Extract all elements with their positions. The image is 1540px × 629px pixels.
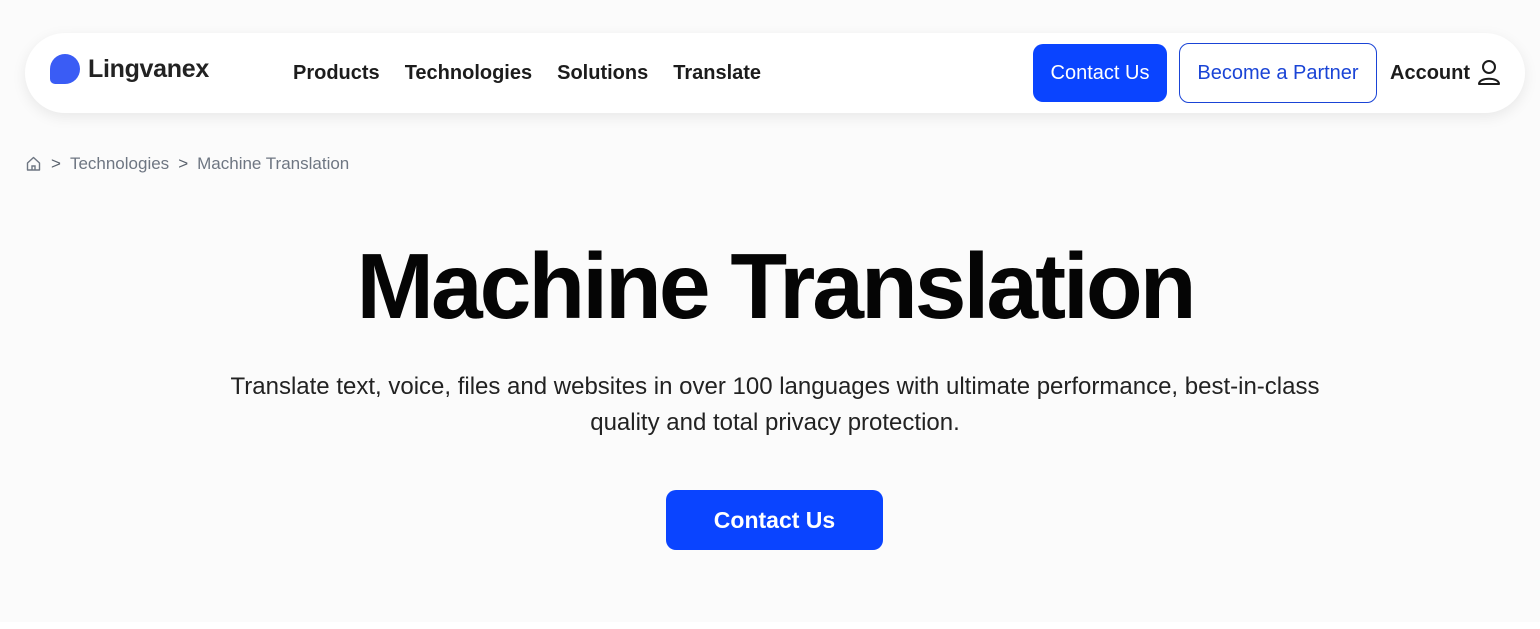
breadcrumb-separator: > [51, 154, 61, 173]
nav-item-products[interactable]: Products [293, 62, 380, 85]
main-nav: Products Technologies Solutions Translat… [293, 33, 761, 113]
nav-item-solutions[interactable]: Solutions [557, 62, 648, 85]
top-navbar: Lingvanex Products Technologies Solution… [25, 33, 1525, 113]
nav-item-technologies[interactable]: Technologies [405, 62, 532, 85]
contact-us-nav-button[interactable]: Contact Us [1033, 44, 1167, 102]
speech-bubble-logo-icon [50, 54, 80, 84]
brand-name: Lingvanex [88, 54, 209, 83]
contact-us-hero-button[interactable]: Contact Us [666, 490, 883, 550]
account-menu[interactable]: Account [1390, 33, 1502, 113]
page-title: Machine Translation [356, 234, 1196, 338]
user-icon [1478, 60, 1500, 85]
become-partner-button[interactable]: Become a Partner [1179, 43, 1377, 103]
breadcrumb: > Technologies > Machine Translation [25, 154, 349, 174]
nav-item-translate[interactable]: Translate [673, 62, 761, 85]
account-label: Account [1390, 61, 1470, 84]
home-icon[interactable] [25, 155, 42, 172]
brand-logo[interactable]: Lingvanex [50, 54, 209, 84]
hero-subtitle: Translate text, voice, files and website… [230, 373, 1320, 436]
page: Lingvanex Products Technologies Solution… [0, 0, 1540, 629]
breadcrumb-technologies[interactable]: Technologies [70, 154, 169, 174]
page-bottom-edge [0, 622, 1540, 629]
breadcrumb-current: Machine Translation [197, 154, 350, 173]
breadcrumb-separator: > [178, 154, 189, 173]
